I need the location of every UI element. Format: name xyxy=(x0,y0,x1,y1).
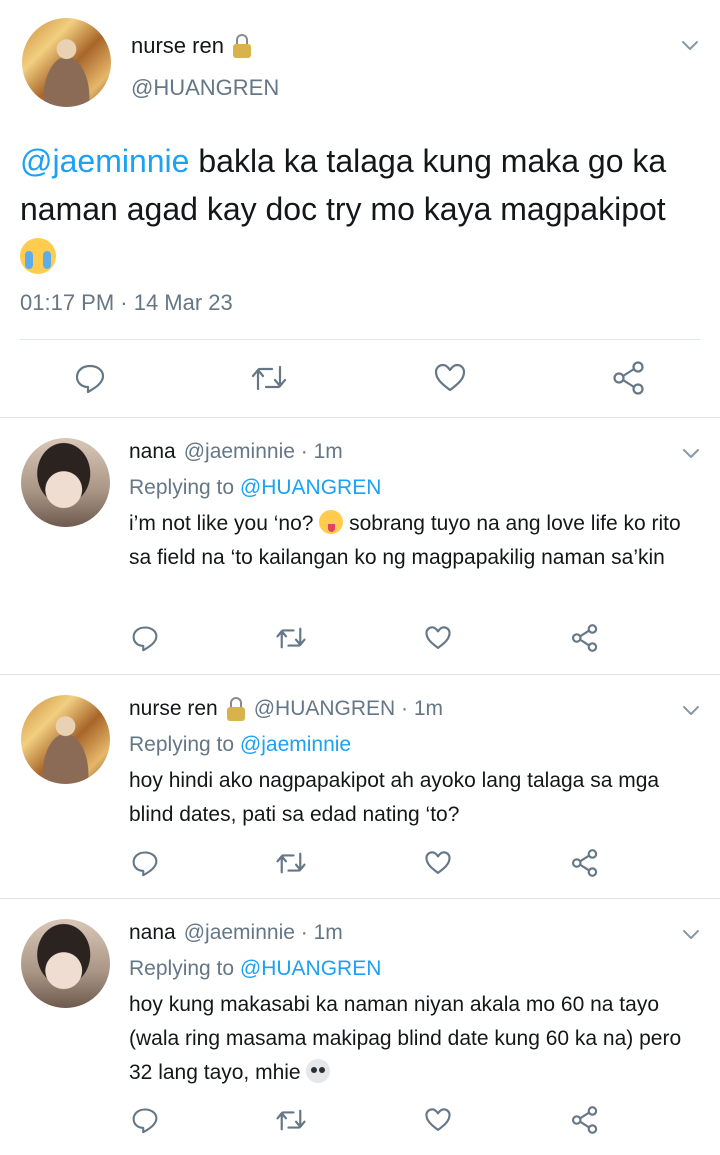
mention-link[interactable]: @HUANGREN xyxy=(240,476,382,499)
mention-link[interactable]: @jaeminnie xyxy=(240,733,351,756)
tweet-text-part: i’m not like you ‘no? xyxy=(129,512,320,535)
handle-time[interactable]: @jaeminnie · 1m xyxy=(184,921,343,945)
reply-icon[interactable] xyxy=(130,623,160,653)
display-name[interactable]: nana xyxy=(129,440,176,464)
share-icon[interactable] xyxy=(570,1105,600,1135)
retweet-icon[interactable] xyxy=(274,848,308,878)
squinting-tongue-emoji-icon xyxy=(319,510,344,534)
tweet-text: hoy hindi ako nagpapakipot ah ayoko lang… xyxy=(129,769,660,826)
reply-tweet: nurse ren @HUANGREN · 1m Replying to @jae… xyxy=(0,675,720,898)
display-name[interactable]: nurse ren xyxy=(131,33,224,59)
like-icon[interactable] xyxy=(423,623,453,653)
mention-link[interactable]: @jaeminnie xyxy=(20,143,189,179)
user-handle[interactable]: @HUANGREN xyxy=(131,75,279,101)
replying-label: Replying to xyxy=(129,476,240,499)
retweet-icon[interactable] xyxy=(249,360,289,396)
lock-icon xyxy=(232,34,252,58)
share-icon[interactable] xyxy=(570,623,600,653)
display-name[interactable]: nurse ren xyxy=(129,697,218,721)
display-name[interactable]: nana xyxy=(129,921,176,945)
main-tweet: nurse ren @HUANGREN @jaeminnie bakla ka … xyxy=(0,0,720,417)
like-icon[interactable] xyxy=(423,848,453,878)
like-icon[interactable] xyxy=(423,1105,453,1135)
replying-label: Replying to xyxy=(129,957,240,980)
avatar[interactable] xyxy=(22,18,111,107)
reply-tweet: nana @jaeminnie · 1m Replying to @HUANGRE… xyxy=(0,899,720,1155)
chevron-down-icon[interactable] xyxy=(681,36,699,54)
avatar[interactable] xyxy=(21,695,110,784)
tweet-text: i’m not like you ‘no? sobrang tuyo na an… xyxy=(129,507,707,575)
like-icon[interactable] xyxy=(432,360,468,396)
retweet-icon[interactable] xyxy=(274,1105,308,1135)
tweet-text-part: hoy kung makasabi ka naman niyan akala m… xyxy=(129,993,682,1084)
handle-time[interactable]: @jaeminnie · 1m xyxy=(184,440,343,464)
divider xyxy=(20,339,700,340)
tweet-text: @jaeminnie bakla ka talaga kung maka go … xyxy=(20,137,700,281)
action-bar xyxy=(0,356,720,400)
reply-icon[interactable] xyxy=(72,360,108,396)
replying-label: Replying to xyxy=(129,733,240,756)
handle-time[interactable]: @HUANGREN · 1m xyxy=(254,697,443,721)
retweet-icon[interactable] xyxy=(274,623,308,653)
reply-icon[interactable] xyxy=(130,848,160,878)
share-icon[interactable] xyxy=(570,848,600,878)
skull-emoji-icon xyxy=(306,1059,331,1083)
timestamp[interactable]: 01:17 PM · 14 Mar 23 xyxy=(20,290,233,316)
share-icon[interactable] xyxy=(611,360,647,396)
crying-face-emoji-icon xyxy=(20,238,56,274)
reply-icon[interactable] xyxy=(130,1105,160,1135)
reply-tweet: nana @jaeminnie · 1m Replying to @HUANGRE… xyxy=(0,418,720,674)
chevron-down-icon[interactable] xyxy=(682,925,700,943)
chevron-down-icon[interactable] xyxy=(682,444,700,462)
lock-icon xyxy=(226,697,246,721)
tweet-text: hoy kung makasabi ka naman niyan akala m… xyxy=(129,988,707,1090)
avatar[interactable] xyxy=(21,919,110,1008)
mention-link[interactable]: @HUANGREN xyxy=(240,957,382,980)
chevron-down-icon[interactable] xyxy=(682,701,700,719)
avatar[interactable] xyxy=(21,438,110,527)
